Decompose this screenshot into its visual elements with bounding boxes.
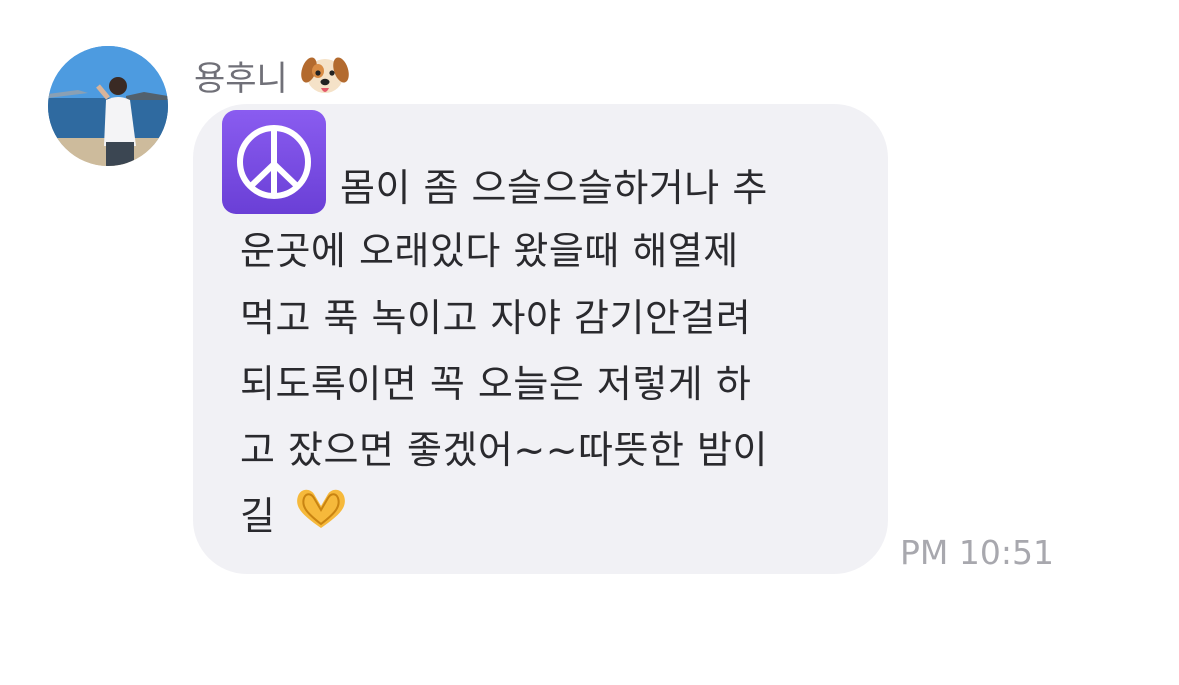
message-line-6-text: 길	[240, 494, 276, 538]
message-line-5: 고 잤으면 좋겠어~~따뜻한 밤이	[240, 428, 768, 472]
dog-face-icon	[300, 52, 349, 109]
message-line-6: 길	[240, 483, 350, 552]
message-line-4: 되도록이면 꼭 오늘은 저렇게 하	[240, 362, 752, 406]
message-timestamp: PM 10:51	[900, 533, 1054, 572]
message-line-3: 먹고 푹 녹이고 자야 감기안걸려	[240, 296, 752, 340]
message-line-1: 몸이 좀 으슬으슬하거나 추	[340, 166, 768, 210]
avatar-photo	[48, 46, 168, 166]
sender-avatar[interactable]	[48, 46, 168, 166]
peace-symbol-icon	[222, 110, 326, 214]
message-line-2: 운곳에 오래있다 왔을때 해열제	[240, 229, 739, 273]
heart-hands-icon	[292, 486, 350, 552]
sender-name-text: 용후니	[194, 59, 288, 99]
sender-name: 용후니	[194, 52, 349, 109]
